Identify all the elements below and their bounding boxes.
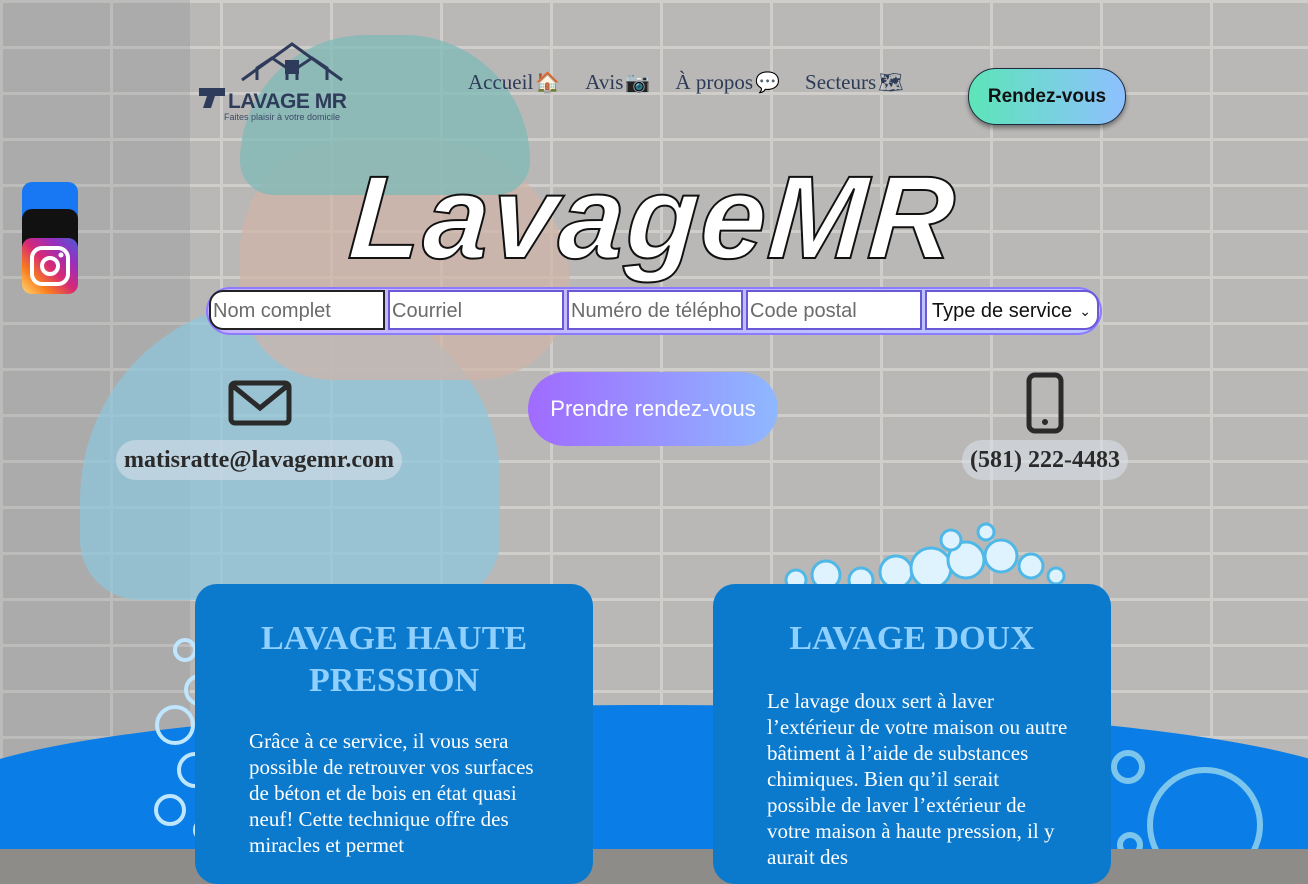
service-description: Le lavage doux sert à laver l’extérieur … [767, 689, 1068, 869]
service-card-lavage-doux: LAVAGE DOUX Le lavage doux sert à laver … [713, 584, 1111, 884]
email-input[interactable]: Courriel [388, 290, 564, 330]
map-icon: 🗺 [878, 71, 904, 94]
envelope-icon [228, 380, 292, 426]
phone-icon [1026, 372, 1064, 434]
nav-item-accueil[interactable]: Accueil 🏠 [468, 70, 561, 95]
service-type-select[interactable]: Type de service ⌄ [925, 290, 1099, 330]
nav-item-label: Avis [585, 70, 624, 94]
speech-bubble-icon: 💬 [755, 71, 780, 94]
service-card-haute-pression: LAVAGE HAUTE PRESSION Grâce à ce service… [195, 584, 593, 884]
hero-title: LavageMR [344, 151, 961, 285]
service-type-value: Type de service [932, 300, 1073, 322]
submit-appointment-button[interactable]: Prendre rendez-vous [528, 372, 778, 446]
phone-input[interactable]: Numéro de téléphone [567, 290, 743, 330]
service-title: LAVAGE DOUX [789, 620, 1035, 657]
postal-code-input[interactable]: Code postal [746, 290, 922, 330]
camera-icon: 📷 [625, 71, 651, 94]
main-nav: Accueil 🏠 Avis 📷 À propos 💬 Secteurs 🗺 [468, 70, 904, 95]
nav-item-label: Secteurs [805, 70, 877, 94]
nav-item-label: Accueil [468, 70, 534, 94]
instagram-glyph [30, 246, 70, 286]
bubbles-decoration-right [1111, 750, 1263, 849]
nav-item-avis[interactable]: Avis 📷 [585, 70, 651, 95]
contact-phone[interactable]: (581) 222-4483 [962, 440, 1128, 480]
chevron-down-icon: ⌄ [1079, 303, 1091, 319]
service-description: Grâce à ce service, il vous sera possibl… [249, 729, 534, 857]
house-icon: 🏠 [535, 71, 561, 94]
instagram-icon[interactable] [22, 238, 78, 294]
logo-tagline: Faites plaisir à votre domicile [224, 112, 341, 122]
logo-wordmark: LAVAGE MR [228, 90, 347, 113]
rendez-vous-button[interactable]: Rendez-vous [968, 68, 1126, 125]
name-input[interactable]: Nom complet [209, 290, 385, 330]
nav-item-secteurs[interactable]: Secteurs 🗺 [805, 70, 904, 95]
nav-item-a-propos[interactable]: À propos 💬 [675, 70, 780, 95]
service-title: LAVAGE HAUTE PRESSION [260, 620, 528, 699]
contact-email[interactable]: matisratte@lavagemr.com [116, 440, 403, 480]
nav-item-label: À propos [675, 70, 754, 94]
